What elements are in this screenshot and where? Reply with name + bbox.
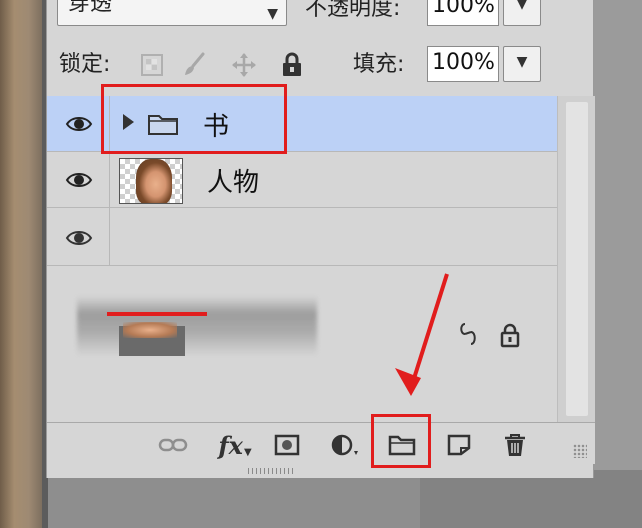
lock-position-icon[interactable] <box>231 52 257 78</box>
canvas-background-dark <box>420 470 642 528</box>
panel-drag-grip-icon[interactable] <box>248 468 296 474</box>
visibility-separator <box>109 208 110 265</box>
lock-transparent-pixels-icon[interactable] <box>139 52 165 78</box>
resize-grip-icon[interactable] <box>573 444 587 458</box>
layers-scrollbar[interactable] <box>557 96 595 422</box>
opacity-dropdown-button[interactable]: ▼ <box>503 0 541 26</box>
visibility-eye-icon[interactable] <box>65 168 93 192</box>
layer-row-image[interactable]: 人物 <box>47 152 557 208</box>
lock-all-icon[interactable] <box>279 52 305 78</box>
fill-label: 填充: <box>353 52 405 77</box>
annotation-group-highlight <box>101 84 287 154</box>
layer-name: 人物 <box>207 168 260 198</box>
scrollbar-thumb[interactable] <box>566 102 588 416</box>
visibility-separator <box>109 152 110 207</box>
annotation-new-group-highlight <box>371 414 431 468</box>
fill-input[interactable]: 100% <box>427 46 499 82</box>
portrait-image <box>136 159 172 203</box>
visibility-eye-icon[interactable] <box>65 112 93 136</box>
fill-dropdown-button[interactable]: ▼ <box>503 46 541 82</box>
adjustment-layer-icon[interactable] <box>329 431 361 459</box>
layers-toolbar: fx ▼ <box>47 422 595 464</box>
background-photo <box>0 0 48 528</box>
new-layer-icon[interactable] <box>445 431 473 459</box>
opacity-label: 不透明度: <box>305 0 401 21</box>
layers-panel: 穿透 ▼ 不透明度: 100% ▼ 锁定: 填充: 100% ▼ 书 人物 fx… <box>46 0 595 478</box>
blend-mode-select[interactable]: 穿透 ▼ <box>57 0 287 26</box>
fx-label: fx <box>218 430 243 460</box>
layer-thumbnail <box>119 158 183 204</box>
annotation-arrow-icon <box>395 273 449 396</box>
delete-layer-icon[interactable] <box>501 431 529 459</box>
opacity-input[interactable]: 100% <box>427 0 499 26</box>
link-icon <box>457 320 479 348</box>
chevron-down-icon: ▼ <box>267 6 278 22</box>
visibility-eye-icon[interactable] <box>65 226 93 250</box>
fx-icon[interactable]: fx ▼ <box>215 430 255 460</box>
add-mask-icon[interactable] <box>273 431 301 459</box>
link-layers-icon[interactable] <box>157 431 189 459</box>
annotation-underline <box>107 312 207 316</box>
layer-lock-icon <box>499 322 521 348</box>
drag-smear <box>77 296 317 356</box>
lock-image-pixels-icon[interactable] <box>181 52 207 78</box>
blend-mode-value: 穿透 <box>68 0 113 16</box>
blend-row: 穿透 ▼ 不透明度: 100% ▼ <box>47 0 595 34</box>
layer-row-background[interactable] <box>47 208 557 266</box>
lock-label: 锁定: <box>59 52 111 77</box>
background-thumbnail-image <box>123 322 177 338</box>
